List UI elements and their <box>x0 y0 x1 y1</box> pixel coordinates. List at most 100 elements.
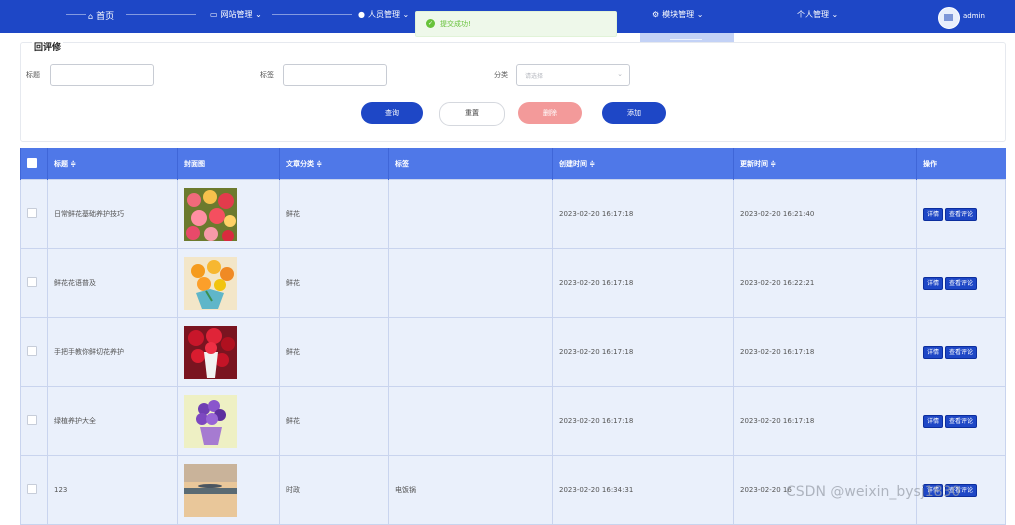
nav-people-label: 人员管理 <box>367 10 400 19</box>
row-category: 鲜花 <box>279 386 389 456</box>
row-title: 123 <box>47 455 178 525</box>
table-header-row: 标题 ≑ 封面图 文章分类 ≑ 标签 创建时间 ≑ 更新时间 ≑ 操作 <box>20 148 1006 180</box>
cover-image-sunset <box>184 463 237 517</box>
view-comments-button[interactable]: 查看评论 <box>945 276 978 290</box>
row-category: 鲜花 <box>279 248 389 318</box>
col-actions: 操作 <box>916 148 1006 180</box>
cover-image <box>177 179 280 249</box>
search-panel-title: 回评修 <box>32 40 64 53</box>
search-panel <box>20 42 1006 142</box>
row-title: 手把手教你鲜切花养护 <box>47 317 178 387</box>
nav-site-label: 网站管理 <box>220 10 253 19</box>
cover-image-bouquet <box>184 256 237 310</box>
select-all-cell <box>20 148 48 180</box>
category-select[interactable]: 请选择 ⌄ <box>516 64 630 86</box>
row-checkbox[interactable] <box>27 208 37 218</box>
nav-home-label: 首页 <box>96 12 115 22</box>
row-category: 鲜花 <box>279 317 389 387</box>
delete-button[interactable]: 删除 <box>518 102 582 124</box>
nav-people-management[interactable]: ● 人员管理 ⌄ <box>358 9 409 20</box>
chevron-down-icon: ⌄ <box>696 10 704 19</box>
col-category[interactable]: 文章分类 ≑ <box>279 148 389 180</box>
reset-button[interactable]: 重置 <box>439 102 505 126</box>
chevron-down-icon: ⌄ <box>617 70 623 78</box>
view-comments-button[interactable]: 查看评论 <box>945 414 978 428</box>
cover-image <box>177 317 280 387</box>
col-tag: 标签 <box>388 148 553 180</box>
cover-image-flowers <box>184 187 237 241</box>
watermark: CSDN @weixin_bysj1830 <box>786 484 961 500</box>
title-label: 标题 <box>26 71 40 79</box>
table-row: 手把手教你鲜切花养护 鲜花 2023-02-20 16:17:18 2023-0… <box>20 317 1006 387</box>
success-toast: ✓ 提交成功! <box>415 11 617 37</box>
view-comments-button[interactable]: 查看评论 <box>945 207 978 221</box>
nav-personal-label: 个人管理 <box>797 10 829 19</box>
toast-message: 提交成功! <box>440 20 471 28</box>
avatar[interactable] <box>938 7 960 29</box>
row-updated: 2023-02-20 16:22:21 <box>733 248 917 318</box>
col-title[interactable]: 标题 ≑ <box>47 148 178 180</box>
tag-input[interactable] <box>283 64 387 86</box>
row-tag <box>388 248 553 318</box>
row-created: 2023-02-20 16:17:18 <box>552 179 734 249</box>
cover-image <box>177 248 280 318</box>
nav-personal-management[interactable]: 个人管理 ⌄ <box>797 9 838 20</box>
row-checkbox[interactable] <box>27 277 37 287</box>
cover-image-potted-plant <box>184 394 237 448</box>
tag-label: 标签 <box>260 71 274 79</box>
cover-image <box>177 455 280 525</box>
select-all-checkbox[interactable] <box>27 157 37 168</box>
query-button[interactable]: 查询 <box>361 102 423 124</box>
row-created: 2023-02-20 16:17:18 <box>552 248 734 318</box>
table-row: 日常鲜花基础养护技巧 鲜花 2023-02-20 16:17:18 2023-0… <box>20 179 1006 249</box>
row-created: 2023-02-20 16:17:18 <box>552 386 734 456</box>
monitor-icon: ▭ <box>210 10 218 19</box>
chevron-down-icon: ⌄ <box>831 10 839 19</box>
username[interactable]: admin <box>963 12 985 20</box>
check-circle-icon: ✓ <box>426 19 435 28</box>
nav-module-label: 模块管理 <box>662 10 695 19</box>
row-title: 日常鲜花基础养护技巧 <box>47 179 178 249</box>
category-select-placeholder: 请选择 <box>525 73 544 80</box>
row-title: 绿植养护大全 <box>47 386 178 456</box>
nav-site-management[interactable]: ▭ 网站管理 ⌄ <box>210 9 352 20</box>
article-table: 标题 ≑ 封面图 文章分类 ≑ 标签 创建时间 ≑ 更新时间 ≑ 操作 日常鲜花… <box>20 148 1006 525</box>
row-tag <box>388 179 553 249</box>
row-checkbox[interactable] <box>27 484 37 494</box>
col-created[interactable]: 创建时间 ≑ <box>552 148 734 180</box>
nav-module-management[interactable]: ⚙ 模块管理 ⌄ <box>652 9 703 20</box>
settings-icon: ⚙ <box>652 10 660 19</box>
title-input[interactable] <box>50 64 154 86</box>
row-updated: 2023-02-20 16:21:40 <box>733 179 917 249</box>
cover-image <box>177 386 280 456</box>
chevron-down-icon: ⌄ <box>402 10 410 19</box>
row-created: 2023-02-20 16:17:18 <box>552 317 734 387</box>
row-checkbox[interactable] <box>27 415 37 425</box>
nav-home[interactable]: ⌂ 首页 <box>66 9 196 22</box>
row-tag <box>388 317 553 387</box>
row-category: 时政 <box>279 455 389 525</box>
row-created: 2023-02-20 16:34:31 <box>552 455 734 525</box>
detail-button[interactable]: 详情 <box>923 345 944 359</box>
table-row: 绿植养护大全 鲜花 2023-02-20 16:17:18 2023-02-20… <box>20 386 1006 456</box>
row-title: 鲜花花语普及 <box>47 248 178 318</box>
row-tag <box>388 386 553 456</box>
row-updated: 2023-02-20 16:17:18 <box>733 317 917 387</box>
row-updated: 2023-02-20 16:17:18 <box>733 386 917 456</box>
view-comments-button[interactable]: 查看评论 <box>945 345 978 359</box>
col-cover: 封面图 <box>177 148 280 180</box>
category-label: 分类 <box>494 71 508 79</box>
user-icon: ● <box>358 10 365 19</box>
row-tag: 电饭锅 <box>388 455 553 525</box>
chevron-down-icon: ⌄ <box>255 10 262 19</box>
add-button[interactable]: 添加 <box>602 102 666 124</box>
row-category: 鲜花 <box>279 179 389 249</box>
home-icon: ⌂ <box>88 12 94 21</box>
row-checkbox[interactable] <box>27 346 37 356</box>
detail-button[interactable]: 详情 <box>923 276 944 290</box>
detail-button[interactable]: 详情 <box>923 414 944 428</box>
detail-button[interactable]: 详情 <box>923 207 944 221</box>
col-updated[interactable]: 更新时间 ≑ <box>733 148 917 180</box>
table-row: 鲜花花语普及 鲜花 2023-02-20 16:17:18 2023-02-20… <box>20 248 1006 318</box>
cover-image-roses <box>184 325 237 379</box>
